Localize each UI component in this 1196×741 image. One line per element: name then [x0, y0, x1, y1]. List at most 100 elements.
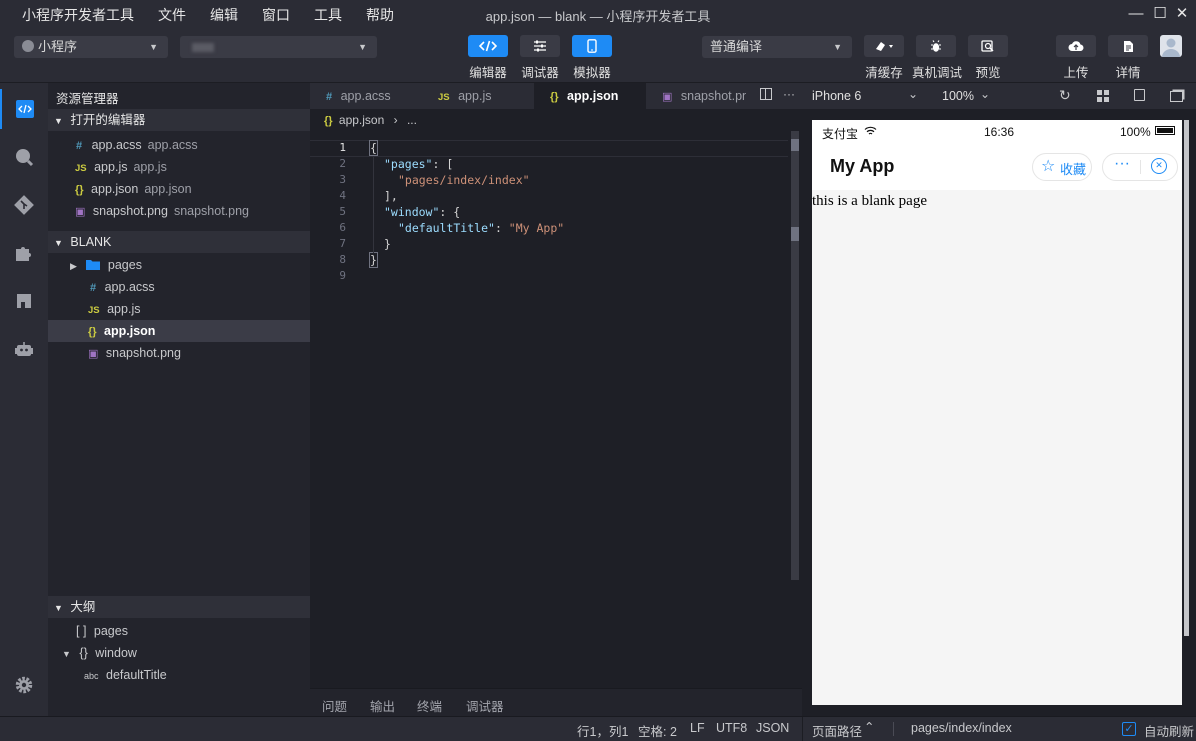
menu-edit[interactable]: 编辑	[210, 5, 238, 25]
zoom-select[interactable]: 100%	[942, 89, 974, 103]
outline-item-label: defaultTitle	[106, 668, 167, 682]
css-file-icon: #	[90, 282, 97, 294]
project-type-label: 小程序	[38, 39, 78, 54]
code-icon	[479, 40, 497, 52]
close-circle-icon[interactable]: ✕	[1151, 158, 1167, 174]
tab-app-json[interactable]: {} app.json	[534, 83, 646, 109]
grid-icon[interactable]	[1097, 90, 1109, 102]
activity-robot[interactable]	[0, 329, 48, 369]
activity-settings[interactable]	[0, 665, 48, 705]
close-icon[interactable]: ✕	[1172, 4, 1192, 24]
activity-store[interactable]	[0, 281, 48, 321]
simulator-button[interactable]	[572, 35, 612, 57]
favorite-button[interactable]: ☆ 收藏	[1032, 153, 1092, 181]
simulator-scrollbar[interactable]	[1184, 120, 1189, 636]
menu-file[interactable]: 文件	[158, 5, 186, 25]
open-editor-item[interactable]: # app.acss app.acss	[48, 134, 310, 156]
device-debug-button[interactable]	[916, 35, 956, 57]
chevron-down-icon[interactable]: ⌄	[980, 87, 990, 101]
puzzle-icon	[16, 247, 31, 261]
project-header[interactable]: ▼ BLANK	[48, 231, 310, 253]
open-editor-item[interactable]: JS app.js app.js	[48, 156, 310, 178]
store-icon	[17, 294, 31, 308]
code-editor[interactable]: 1 2 3 4 5 6 7 8 9 { "pages": [ "pages/in…	[310, 131, 802, 688]
chevron-up-icon[interactable]: ⌃	[864, 719, 874, 734]
tab-terminal[interactable]: 终端	[417, 696, 442, 715]
maximize-icon[interactable]: ☐	[1150, 4, 1170, 24]
open-editor-item[interactable]: ▣ snapshot.png snapshot.png	[48, 200, 310, 222]
menu-app[interactable]: 小程序开发者工具	[22, 5, 134, 25]
activity-search[interactable]	[0, 137, 48, 177]
tab-snapshot[interactable]: ▣ snapshot.pn	[646, 83, 746, 109]
code-token: : {	[439, 205, 461, 219]
file-encoding[interactable]: UTF8	[716, 721, 747, 735]
menu-tools[interactable]: 工具	[314, 5, 342, 25]
tab-app-js[interactable]: JS app.js	[422, 83, 534, 109]
status-divider	[893, 722, 894, 736]
tab-problems[interactable]: 问题	[322, 696, 347, 715]
details-button[interactable]	[1108, 35, 1148, 57]
preview-button[interactable]	[968, 35, 1008, 57]
line-number: 6	[339, 221, 346, 234]
tree-item-app-js[interactable]: JS app.js	[48, 298, 310, 320]
menu-window[interactable]: 窗口	[262, 5, 290, 25]
page-path-label[interactable]: 页面路径	[812, 721, 862, 740]
chevron-down-icon: ▼	[54, 238, 63, 248]
tab-app-acss[interactable]: # app.acss	[310, 83, 422, 109]
tab-output[interactable]: 输出	[370, 696, 395, 715]
menu-help[interactable]: 帮助	[366, 5, 394, 25]
upload-button[interactable]	[1056, 35, 1096, 57]
css-file-icon: #	[76, 140, 83, 152]
chevron-down-icon[interactable]: ⌄	[908, 87, 918, 101]
editor-button[interactable]	[468, 35, 508, 57]
avatar[interactable]	[1160, 35, 1182, 57]
more-dots-icon[interactable]: ···	[1114, 155, 1130, 173]
more-icon[interactable]: ···	[783, 87, 795, 101]
scrollbar-thumb[interactable]	[791, 131, 799, 580]
language-mode[interactable]: JSON	[756, 721, 789, 735]
auto-refresh-label: 自动刷新	[1144, 725, 1195, 739]
project-name-select[interactable]: ▼	[180, 36, 377, 58]
editor-scrollbar[interactable]	[788, 131, 802, 688]
indent-setting[interactable]: 空格: 2	[638, 721, 677, 740]
robot-icon	[15, 342, 33, 356]
device-select[interactable]: iPhone 6	[812, 89, 861, 103]
git-icon	[14, 195, 34, 215]
panel-tabs: 问题 输出 终端 调试器	[310, 688, 802, 717]
debugger-button[interactable]	[520, 35, 560, 57]
open-editors-header[interactable]: ▼ 打开的编辑器	[48, 109, 310, 131]
minimize-icon[interactable]: —	[1126, 4, 1146, 24]
chevron-down-icon: ▼	[54, 603, 63, 613]
open-editor-item[interactable]: {} app.json app.json	[48, 178, 310, 200]
page-settings-icon[interactable]	[1134, 89, 1145, 101]
tab-debugger[interactable]: 调试器	[466, 696, 504, 715]
project-type-select[interactable]: 小程序 ▼	[14, 36, 168, 58]
object-icon: {}	[79, 646, 88, 660]
breadcrumb-rest[interactable]: ...	[407, 113, 417, 127]
code-line: }	[369, 252, 378, 268]
cloud-upload-icon	[1068, 41, 1084, 52]
cursor-position[interactable]: 行1，列1	[577, 721, 628, 740]
auto-refresh-checkbox[interactable]: ✓	[1122, 722, 1136, 736]
tree-item-snapshot[interactable]: ▣ snapshot.png	[48, 342, 310, 364]
editor-tabs: # app.acss JS app.js {} app.json ▣ snaps…	[310, 83, 802, 109]
clear-cache-button[interactable]	[864, 35, 904, 57]
split-editor-icon[interactable]	[760, 88, 772, 100]
tree-item-pages[interactable]: ▶ pages	[48, 254, 310, 276]
activity-git[interactable]	[0, 185, 48, 225]
activity-explorer[interactable]	[0, 89, 48, 129]
outline-item-pages[interactable]: [ ] pages	[48, 620, 310, 642]
css-file-icon: #	[326, 91, 333, 103]
outline-item-window[interactable]: ▼ {} window	[48, 642, 310, 664]
compile-mode-select[interactable]: 普通编译 ▼	[702, 36, 852, 58]
tree-item-app-json[interactable]: {} app.json	[48, 320, 310, 342]
breadcrumb-file[interactable]: app.json	[339, 113, 384, 127]
line-ending[interactable]: LF	[690, 721, 705, 735]
refresh-icon[interactable]: ↻	[1059, 87, 1071, 104]
window-stack-icon[interactable]	[1170, 91, 1183, 102]
outline-header[interactable]: ▼ 大纲	[48, 596, 310, 618]
outline-item-defaulttitle[interactable]: abc defaultTitle	[48, 664, 310, 686]
toolbar: 小程序 ▼ ▼ 编辑器 调试器 模拟器 普通编译 ▼ 清缓存 真机调试 预览 上…	[0, 28, 1196, 83]
activity-extensions[interactable]	[0, 233, 48, 273]
tree-item-app-acss[interactable]: # app.acss	[48, 276, 310, 298]
